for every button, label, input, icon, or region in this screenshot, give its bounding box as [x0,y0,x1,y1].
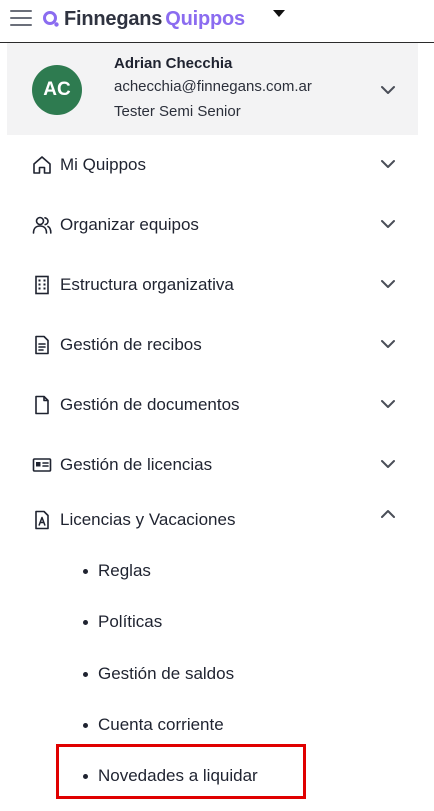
document-icon [35,395,49,415]
submenu-item-cuenta-corriente[interactable]: Cuenta corriente [80,708,320,742]
receipt-icon [35,335,49,355]
logo-mark-icon [43,11,59,27]
submenu-item-label: Reglas [98,561,151,580]
top-bar: Finnegans Quippos [0,0,434,43]
submenu-item-gestion-saldos[interactable]: Gestión de saldos [80,657,320,691]
sidebar-item-label: Organizar equipos [60,215,199,234]
chevron-down-icon[interactable] [380,85,396,95]
building-icon [35,275,49,295]
sidebar-item-label: Estructura organizativa [60,275,234,294]
highlight-box [56,744,306,799]
user-role: Tester Semi Senior [114,103,241,120]
caret-down-icon[interactable] [273,10,285,17]
sidebar-item-label: Gestión de recibos [60,335,202,354]
chevron-down-icon [381,460,395,468]
sidebar-item-label: Gestión de documentos [60,395,240,414]
bullet-icon [83,723,88,728]
sidebar-item-gestion-recibos[interactable]: Gestión de recibos [0,322,420,368]
chevron-down-icon [381,160,395,168]
avatar: AC [32,65,82,115]
bullet-icon [83,620,88,625]
brand-name-part1: Finnegans [64,7,163,30]
chevron-up-icon [381,510,395,518]
user-card[interactable]: AC Adrian Checchia achecchia@finnegans.c… [7,43,418,135]
submenu-item-label: Gestión de saldos [98,664,235,683]
sidebar-item-organizar-equipos[interactable]: Organizar equipos [0,202,420,248]
app-logo[interactable]: Finnegans Quippos [42,6,245,32]
sidebar-item-estructura-organizativa[interactable]: Estructura organizativa [0,262,420,308]
id-card-icon [32,458,52,472]
submenu-item-reglas[interactable]: Reglas [80,554,320,588]
chevron-down-icon [381,280,395,288]
brand-name-part2: Quippos [165,7,245,30]
sidebar-item-gestion-licencias[interactable]: Gestión de licencias [0,442,420,488]
sidebar-item-label: Licencias y Vacaciones [60,510,236,529]
file-a-icon [35,510,49,530]
user-name: Adrian Checchia [114,55,233,72]
sidebar-item-label: Mi Quippos [60,155,146,174]
sidebar-item-label: Gestión de licencias [60,455,213,474]
bullet-icon [83,672,88,677]
chevron-down-icon [381,400,395,408]
users-icon [32,216,52,234]
home-icon [33,156,51,174]
chevron-down-icon [381,220,395,228]
chevron-down-icon [381,340,395,348]
hamburger-menu-icon[interactable] [10,10,32,27]
sidebar-item-licencias-vacaciones[interactable]: Licencias y Vacaciones [0,497,420,543]
submenu-item-label: Cuenta corriente [98,715,224,734]
sidebar-item-gestion-documentos[interactable]: Gestión de documentos [0,382,420,428]
submenu-item-label: Políticas [98,612,163,631]
bullet-icon [83,569,88,574]
sidebar-item-mi-quippos[interactable]: Mi Quippos [0,142,420,188]
user-email: achecchia@finnegans.com.ar [114,78,312,95]
submenu-item-politicas[interactable]: Políticas [80,605,320,639]
